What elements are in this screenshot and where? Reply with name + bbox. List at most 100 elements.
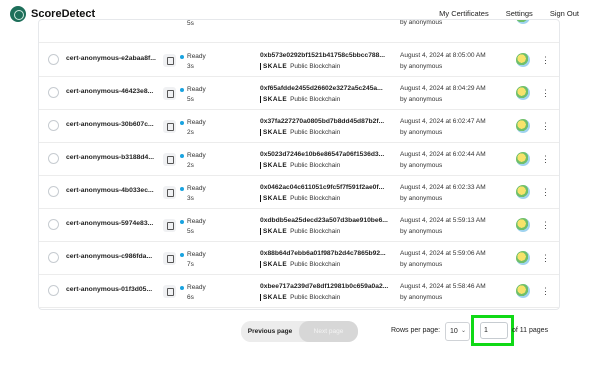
transaction-hash[interactable]: 0x88b64d7ebb6a01f987b2d4c7865b92... xyxy=(260,250,386,257)
more-options-icon[interactable]: ⋮ xyxy=(541,218,550,232)
copy-icon[interactable] xyxy=(163,186,176,199)
row-checkbox[interactable] xyxy=(48,153,59,164)
more-options-icon[interactable]: ⋮ xyxy=(541,119,550,133)
status-text: Ready 7s xyxy=(180,250,206,270)
avatar xyxy=(516,119,530,133)
table-row[interactable]: cert-anonymous-c986fda... Ready 7s 0x88b64d… xyxy=(39,242,559,275)
created-date: August 4, 2024 at 5:59:13 AM xyxy=(400,217,486,224)
nav-settings[interactable]: Settings xyxy=(506,9,533,18)
table-row[interactable]: cert-anonymous-30b607c... Ready 2s 0x37fa22… xyxy=(39,110,559,143)
created-date: August 4, 2024 at 5:59:06 AM xyxy=(400,250,486,257)
table-row[interactable]: cert-anonymous-b3188d4... Ready 2s 0x5023d7… xyxy=(39,143,559,176)
status-duration: 3s xyxy=(187,195,194,202)
skale-logo-icon: SKALE xyxy=(260,96,287,103)
row-checkbox[interactable] xyxy=(48,285,59,296)
created-by: by anonymous xyxy=(400,294,443,301)
copy-icon[interactable] xyxy=(163,219,176,232)
copy-icon[interactable] xyxy=(163,87,176,100)
certificate-name[interactable]: cert-anonymous-e2abaa8f... xyxy=(66,55,156,62)
avatar xyxy=(516,86,530,100)
row-checkbox[interactable] xyxy=(48,252,59,263)
status-text: Ready 3s xyxy=(180,184,206,204)
more-options-icon[interactable]: ⋮ xyxy=(541,86,550,100)
transaction-hash[interactable]: 0xbee717a239d7e8df12981b0c659a0a2... xyxy=(260,283,388,290)
transaction-hash[interactable]: 0xb573e0292bf1521b41758c5bbcc788... xyxy=(260,52,385,59)
copy-icon[interactable] xyxy=(163,252,176,265)
avatar xyxy=(516,251,530,265)
status-text: Ready 5s xyxy=(180,217,206,237)
table-row[interactable]: cert-anonymous-5974e83... Ready 5s 0xdbdb5e… xyxy=(39,209,559,242)
certificate-name[interactable]: cert-anonymous-30b607c... xyxy=(66,121,154,128)
status-text: Ready 6s xyxy=(180,283,206,303)
chain-label: Public Blockchain xyxy=(290,162,341,169)
table-row-partial: 5s by anonymous xyxy=(39,19,559,43)
chevron-down-icon: ⌄ xyxy=(460,328,466,334)
certificate-name[interactable]: cert-anonymous-c986fda... xyxy=(66,253,152,260)
table-row[interactable]: cert-anonymous-46423e8... Ready 5s 0xf65afd… xyxy=(39,77,559,110)
created-by: by anonymous xyxy=(400,96,443,103)
status-dot-icon xyxy=(180,121,184,125)
chain-label: Public Blockchain xyxy=(290,261,341,268)
chain-info: SKALE Public Blockchain xyxy=(260,63,340,70)
certificate-name[interactable]: cert-anonymous-01f3d05... xyxy=(66,286,152,293)
transaction-hash[interactable]: 0xf65afdde2455d26602e3272a5c245a... xyxy=(260,85,383,92)
created-by: by anonymous xyxy=(400,19,443,26)
certificate-name[interactable]: cert-anonymous-b3188d4... xyxy=(66,154,154,161)
status-text: Ready 5s xyxy=(180,85,206,105)
status-duration: 6s xyxy=(187,294,194,301)
chain-info: SKALE Public Blockchain xyxy=(260,294,340,301)
scoredetect-logo-icon xyxy=(10,6,26,22)
avatar xyxy=(516,53,530,67)
rows-per-page-select[interactable]: 10 ⌄ xyxy=(445,322,470,341)
skale-logo-icon: SKALE xyxy=(260,129,287,136)
certificate-name[interactable]: cert-anonymous-46423e8... xyxy=(66,88,153,95)
status-dot-icon xyxy=(180,154,184,158)
status-dot-icon xyxy=(180,187,184,191)
skale-logo-icon: SKALE xyxy=(260,63,287,70)
copy-icon[interactable] xyxy=(163,54,176,67)
transaction-hash[interactable]: 0x5023d7246e10b6e86547a06f1536d3... xyxy=(260,151,384,158)
certificate-name[interactable]: cert-anonymous-4b033ec... xyxy=(66,187,154,194)
created-date: August 4, 2024 at 8:05:00 AM xyxy=(400,52,486,59)
chain-label: Public Blockchain xyxy=(290,228,341,235)
created-by: by anonymous xyxy=(400,261,443,268)
row-checkbox[interactable] xyxy=(48,87,59,98)
transaction-hash[interactable]: 0x37fa227270a0805bd7b8dd45d87b2f... xyxy=(260,118,384,125)
skale-logo-icon: SKALE xyxy=(260,195,287,202)
page-number-input[interactable]: 1 xyxy=(480,322,508,339)
copy-icon[interactable] xyxy=(163,285,176,298)
created-by: by anonymous xyxy=(400,63,443,70)
row-checkbox[interactable] xyxy=(48,54,59,65)
previous-page-button[interactable]: Previous page xyxy=(241,321,299,342)
status-duration: 2s xyxy=(187,129,194,136)
avatar xyxy=(516,284,530,298)
chain-info: SKALE Public Blockchain xyxy=(260,162,340,169)
transaction-hash[interactable]: 0x0462ac04c611051c9fc5f7f591f2ae0f... xyxy=(260,184,384,191)
created-date: August 4, 2024 at 8:04:29 AM xyxy=(400,85,486,92)
status-dot-icon xyxy=(180,253,184,257)
more-options-icon[interactable]: ⋮ xyxy=(541,185,550,199)
more-options-icon[interactable]: ⋮ xyxy=(541,251,550,265)
status-text: Ready 2s xyxy=(180,151,206,171)
table-row[interactable]: cert-anonymous-e2abaa8f... Ready 3s 0xb573e… xyxy=(39,44,559,77)
more-options-icon[interactable]: ⋮ xyxy=(541,284,550,298)
nav-sign-out[interactable]: Sign Out xyxy=(550,9,579,18)
row-checkbox[interactable] xyxy=(48,219,59,230)
more-options-icon[interactable]: ⋮ xyxy=(541,53,550,67)
certificate-name[interactable]: cert-anonymous-5974e83... xyxy=(66,220,153,227)
row-checkbox[interactable] xyxy=(48,120,59,131)
chain-info: SKALE Public Blockchain xyxy=(260,261,340,268)
nav-my-certificates[interactable]: My Certificates xyxy=(439,9,489,18)
next-page-button[interactable]: Next page xyxy=(299,321,358,342)
created-by: by anonymous xyxy=(400,129,443,136)
table-row[interactable]: cert-anonymous-4b033ec... Ready 3s 0x0462ac… xyxy=(39,176,559,209)
row-checkbox[interactable] xyxy=(48,186,59,197)
table-row[interactable]: cert-anonymous-01f3d05... Ready 6s 0xbee717… xyxy=(39,275,559,308)
copy-icon[interactable] xyxy=(163,120,176,133)
chain-label: Public Blockchain xyxy=(290,294,341,301)
transaction-hash[interactable]: 0xdbdb5ea25decd23a507d3bae910be6... xyxy=(260,217,388,224)
chain-label: Public Blockchain xyxy=(290,96,341,103)
more-options-icon[interactable]: ⋮ xyxy=(541,152,550,166)
created-date: August 4, 2024 at 6:02:33 AM xyxy=(400,184,486,191)
copy-icon[interactable] xyxy=(163,153,176,166)
